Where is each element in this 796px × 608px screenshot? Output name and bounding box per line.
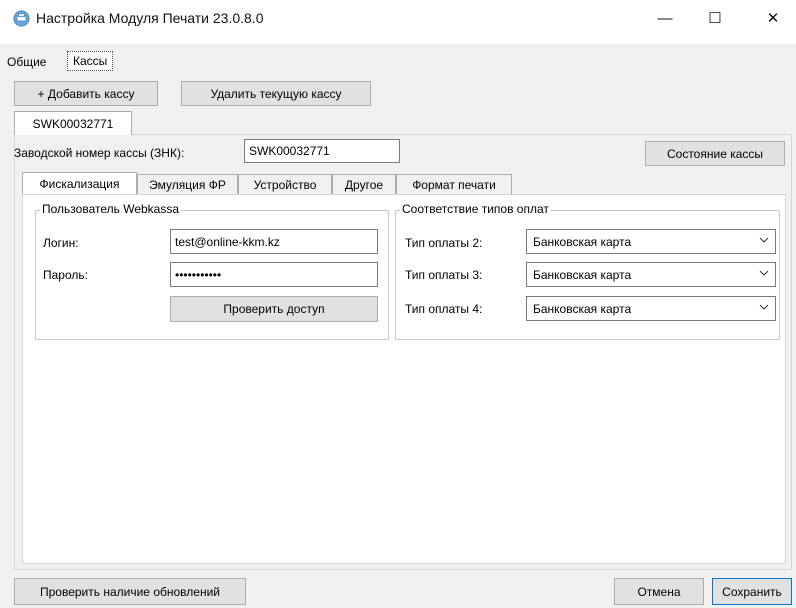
check-access-button[interactable]: Проверить доступ [170, 296, 378, 322]
tab-kassa-swk[interactable]: SWK00032771 [14, 111, 132, 135]
chevron-down-icon [759, 237, 769, 243]
payment-type-3-select[interactable]: Банковская карта [526, 262, 776, 287]
payment-type-2-label: Тип оплаты 2: [405, 236, 483, 250]
tab-other[interactable]: Другое [332, 174, 396, 194]
payment-type-3-value: Банковская карта [533, 267, 632, 282]
znk-input[interactable]: SWK00032771 [244, 139, 400, 163]
payment-type-4-select[interactable]: Банковская карта [526, 296, 776, 321]
tab-device[interactable]: Устройство [238, 174, 332, 194]
printer-app-icon [13, 10, 30, 27]
login-input[interactable]: test@online-kkm.kz [170, 229, 378, 254]
payment-type-2-select[interactable]: Банковская карта [526, 229, 776, 254]
chevron-down-icon [759, 304, 769, 310]
tab-general[interactable]: Общие [2, 53, 51, 71]
close-button[interactable]: ✕ [750, 0, 796, 36]
payment-mapping-group-title: Соответствие типов оплат [400, 202, 551, 216]
password-input[interactable]: ••••••••••• [170, 262, 378, 287]
cancel-button[interactable]: Отмена [614, 578, 704, 605]
tab-fr-emulation[interactable]: Эмуляция ФР [137, 174, 238, 194]
payment-type-2-value: Банковская карта [533, 234, 632, 249]
chevron-down-icon [759, 270, 769, 276]
payment-type-4-label: Тип оплаты 4: [405, 302, 483, 316]
window-title: Настройка Модуля Печати 23.0.8.0 [36, 10, 264, 26]
webkassa-group-title: Пользователь Webkassa [40, 202, 182, 216]
kassa-status-button[interactable]: Состояние кассы [645, 141, 785, 166]
minimize-button[interactable]: — [642, 0, 688, 36]
password-label: Пароль: [43, 268, 88, 282]
tab-print-format[interactable]: Формат печати [396, 174, 512, 194]
payment-type-4-value: Банковская карта [533, 301, 632, 316]
znk-label: Заводской номер кассы (ЗНК): [14, 146, 185, 160]
add-kassa-button[interactable]: + Добавить кассу [14, 81, 158, 106]
tab-kassy[interactable]: Кассы [67, 51, 114, 71]
payment-type-3-label: Тип оплаты 3: [405, 268, 483, 282]
tab-fiscalization[interactable]: Фискализация [22, 172, 137, 194]
login-label: Логин: [43, 236, 79, 250]
check-updates-button[interactable]: Проверить наличие обновлений [14, 578, 246, 605]
save-button[interactable]: Сохранить [712, 578, 792, 605]
title-bar: Настройка Модуля Печати 23.0.8.0 — ☐ ✕ [0, 0, 796, 36]
maximize-button[interactable]: ☐ [692, 0, 738, 36]
delete-kassa-button[interactable]: Удалить текущую кассу [181, 81, 371, 106]
